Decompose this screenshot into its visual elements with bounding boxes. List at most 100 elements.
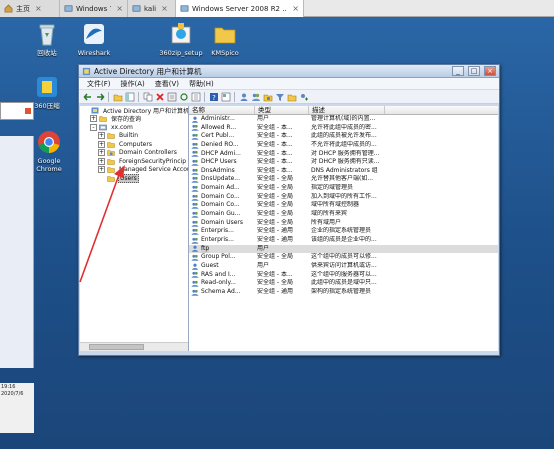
close-icon[interactable]: × bbox=[35, 4, 42, 13]
cell-name-text: Denied RO... bbox=[201, 140, 239, 148]
tree-item[interactable]: + Computers bbox=[80, 140, 188, 149]
close-icon[interactable]: × bbox=[292, 4, 299, 13]
list-row[interactable]: DnsAdmins 安全组 - 本... DNS Administrators 组 bbox=[189, 167, 498, 176]
help-button[interactable]: ? bbox=[208, 91, 219, 102]
cell-type: 安全组 - 本... bbox=[257, 166, 293, 174]
tree-item-label: Builtin bbox=[119, 132, 139, 140]
expand-icon[interactable]: + bbox=[98, 166, 105, 174]
tab-windows-server-2008[interactable]: Windows Server 2008 R2 ... × bbox=[176, 0, 304, 17]
list-row[interactable]: Allowed R... 安全组 - 本... 允许将此组中成员的密... bbox=[189, 124, 498, 133]
console-tree-button[interactable] bbox=[124, 91, 135, 102]
cell-type: 用户 bbox=[257, 115, 270, 122]
desktop-icon-kmspico[interactable]: KMSpico bbox=[196, 21, 254, 57]
list-row[interactable]: RAS and I... 安全组 - 本... 这个组中的服务器可以... bbox=[189, 271, 498, 280]
cell-name-text: Group Pol... bbox=[201, 253, 236, 261]
expand-icon[interactable]: + bbox=[90, 115, 97, 123]
back-button[interactable] bbox=[82, 91, 93, 102]
up-button[interactable] bbox=[112, 91, 123, 102]
view-button[interactable] bbox=[220, 91, 231, 102]
tree-horizontal-scrollbar[interactable] bbox=[80, 342, 188, 351]
list-row[interactable]: Schema Ad... 安全组 - 通用 架构的指定系统管理员 bbox=[189, 288, 498, 297]
cell-description: 域中所有域控制器 bbox=[311, 201, 360, 209]
tree-item[interactable]: + Domain Controllers bbox=[80, 149, 188, 158]
tree-item[interactable]: + ForeignSecurityPrincip bbox=[80, 157, 188, 166]
cell-name-text: Enterpris... bbox=[201, 227, 234, 235]
refresh-button[interactable] bbox=[178, 91, 189, 102]
list-row[interactable]: Denied RO... 安全组 - 本... 不允许将此组中成员的... bbox=[189, 141, 498, 150]
list-row[interactable]: DHCP Users 安全组 - 本... 对 DHCP 服务拥有只读... bbox=[189, 158, 498, 167]
desktop-icon-wireshark[interactable]: Wireshark bbox=[65, 21, 123, 57]
menu-action[interactable]: 操作(A) bbox=[116, 79, 150, 89]
list-row[interactable]: Cert Publ... 安全组 - 本... 此组的成员被允许发布... bbox=[189, 132, 498, 141]
list-row[interactable]: Group Pol... 安全组 - 全局 这个组中的成员可以修... bbox=[189, 253, 498, 262]
list-row[interactable]: DHCP Admi... 安全组 - 本... 对 DHCP 服务拥有管理... bbox=[189, 150, 498, 159]
list-row[interactable]: Domain Ad... 安全组 - 全局 指定的域管理员 bbox=[189, 184, 498, 193]
find-button[interactable] bbox=[286, 91, 297, 102]
list-row[interactable]: Domain Co... 安全组 - 全局 域中所有域控制器 bbox=[189, 201, 498, 210]
cell-name-text: Schema Ad... bbox=[201, 287, 241, 295]
close-icon[interactable]: × bbox=[161, 4, 168, 13]
list-row[interactable]: Enterpris... 安全组 - 通用 企业的指定系统管理员 bbox=[189, 227, 498, 236]
properties-button[interactable] bbox=[166, 91, 177, 102]
menu-help[interactable]: 帮助(H) bbox=[184, 79, 219, 89]
forward-button[interactable] bbox=[94, 91, 105, 102]
tree-item[interactable]: + Managed Service Accour bbox=[80, 166, 188, 175]
new-ou-button[interactable] bbox=[262, 91, 273, 102]
cell-type: 安全组 - 本... bbox=[257, 270, 293, 278]
refresh-icon bbox=[179, 92, 188, 101]
list-row[interactable]: Domain Users 安全组 - 全局 所有域用户 bbox=[189, 219, 498, 228]
cell-name: DHCP Admi... bbox=[189, 150, 255, 159]
collapse-icon[interactable]: - bbox=[90, 123, 97, 131]
list-row[interactable]: Guest 用户 供来宾访问计算机或访... bbox=[189, 262, 498, 271]
delete-button[interactable] bbox=[154, 91, 165, 102]
expand-icon[interactable]: + bbox=[98, 132, 105, 140]
close-icon[interactable]: × bbox=[116, 4, 123, 13]
console-tree-icon bbox=[125, 92, 134, 101]
vm-icon bbox=[132, 5, 141, 12]
tree-item[interactable]: + 保存的查询 bbox=[80, 115, 188, 123]
list-row[interactable]: Read-only... 安全组 - 全局 此组中的成员是域中只... bbox=[189, 279, 498, 288]
list-row[interactable]: ftp 用户 bbox=[189, 244, 498, 254]
menu-view[interactable]: 查看(V) bbox=[150, 79, 184, 89]
column-header-description[interactable]: 描述 bbox=[309, 106, 385, 114]
tree-item-label: ForeignSecurityPrincip bbox=[119, 157, 187, 165]
copy-button[interactable] bbox=[142, 91, 153, 102]
cell-name: Domain Ad... bbox=[189, 184, 255, 193]
minimize-button[interactable]: _ bbox=[452, 66, 464, 76]
scrollbar-thumb[interactable] bbox=[89, 344, 144, 350]
add-to-group-icon bbox=[300, 93, 308, 100]
vm-tab-bar: 主页 × Windows 7 x64 × kali × Windows Serv… bbox=[0, 0, 554, 17]
expand-icon[interactable]: + bbox=[98, 140, 105, 148]
tree-item[interactable]: Users bbox=[80, 173, 188, 183]
folder-icon bbox=[107, 176, 115, 182]
expand-icon[interactable]: + bbox=[98, 157, 105, 165]
tree-item[interactable]: + Builtin bbox=[80, 132, 188, 141]
new-user-button[interactable] bbox=[238, 91, 249, 102]
menu-file[interactable]: 文件(F) bbox=[82, 79, 116, 89]
tab-kali[interactable]: kali × bbox=[128, 0, 176, 17]
tab-windows7[interactable]: Windows 7 x64 × bbox=[60, 0, 128, 17]
group-icon bbox=[191, 220, 199, 227]
export-list-button[interactable] bbox=[190, 91, 201, 102]
cell-description: 对 DHCP 服务拥有只读... bbox=[311, 158, 380, 166]
details-list: 名称 类型 描述 Administr... 用户 管理计算机(域)的内置... All… bbox=[189, 106, 498, 351]
filter-button[interactable] bbox=[274, 91, 285, 102]
tab-home[interactable]: 主页 × bbox=[0, 0, 60, 17]
new-group-button[interactable] bbox=[250, 91, 261, 102]
column-header-type[interactable]: 类型 bbox=[255, 106, 309, 114]
cell-name: Group Pol... bbox=[189, 253, 255, 262]
list-row[interactable]: Domain Gu... 安全组 - 全局 域的所有来宾 bbox=[189, 210, 498, 219]
list-row[interactable]: DnsUpdate... 安全组 - 全局 允许替其他客户端(如... bbox=[189, 175, 498, 184]
cell-name-text: DHCP Admi... bbox=[201, 149, 241, 157]
expand-icon[interactable]: + bbox=[98, 149, 105, 157]
list-row[interactable]: Domain Co... 安全组 - 全局 加入到域中的所有工作... bbox=[189, 193, 498, 202]
tree-item[interactable]: - xx.com bbox=[80, 123, 188, 132]
window-titlebar[interactable]: Active Directory 用户和计算机 _ □ × bbox=[79, 65, 499, 78]
list-row[interactable]: Administr... 用户 管理计算机(域)的内置... bbox=[189, 115, 498, 124]
close-button[interactable]: × bbox=[484, 66, 496, 76]
list-row[interactable]: Enterpris... 安全组 - 通用 该组的成员是企业中的... bbox=[189, 236, 498, 245]
tree-item[interactable]: Active Directory 用户和计算机 bbox=[80, 106, 188, 115]
column-header-name[interactable]: 名称 bbox=[189, 106, 255, 114]
add-to-group-button[interactable] bbox=[298, 91, 309, 102]
maximize-button[interactable]: □ bbox=[468, 66, 480, 76]
